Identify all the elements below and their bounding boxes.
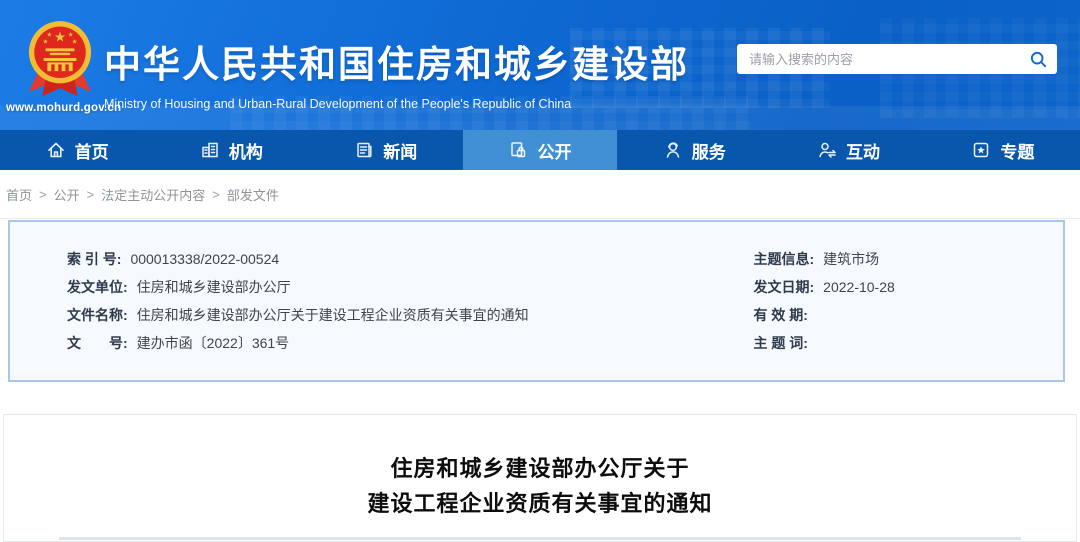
topics-icon (974, 142, 989, 158)
search-button[interactable] (1019, 44, 1057, 74)
article-divider (59, 537, 1021, 540)
metadata-value: 住房和城乡建设部办公厅 (136, 279, 291, 295)
site-name-english: Ministry of Housing and Urban-Rural Deve… (104, 97, 572, 111)
metadata-row-index-number: 索 引 号: 000013338/2022-00524 (67, 245, 537, 273)
breadcrumb: 首页 > 公开 > 法定主动公开内容 > 部发文件 (0, 170, 1080, 219)
main-nav: 首页 机构 新闻 公开 服务 互动 专题 (0, 130, 1080, 170)
nav-item-interaction[interactable]: 互动 (771, 130, 925, 170)
nav-label: 互动 (846, 142, 881, 162)
disclosure-icon (511, 142, 526, 158)
metadata-value: 000013338/2022-00524 (130, 251, 280, 267)
site-title-block: 中华人民共和国住房和城乡建设部 Ministry of Housing and … (104, 34, 689, 111)
breadcrumb-item-statutory-content[interactable]: 法定主动公开内容 (101, 185, 205, 204)
metadata-row-document-number: 文 号: 建办市函〔2022〕361号 (67, 329, 537, 357)
national-emblem-icon: ★ ★ ★ ★ ★ (28, 21, 92, 96)
article-title: 住房和城乡建设部办公厅关于 建设工程企业资质有关事宜的通知 (4, 451, 1076, 521)
svg-text:★: ★ (54, 30, 66, 45)
breadcrumb-item-home[interactable]: 首页 (6, 185, 32, 204)
nav-label: 首页 (74, 142, 109, 162)
metadata-value: 住房和城乡建设部办公厅关于建设工程企业资质有关事宜的通知 (136, 307, 529, 323)
site-header: ★ ★ ★ ★ ★ www.mohurd.gov.cn 中华人民共和国住房和城乡… (0, 0, 1080, 130)
nav-label: 机构 (228, 142, 263, 162)
metadata-row-keywords: 主 题 词: (754, 329, 1064, 357)
metadata-label: 文件名称: (67, 307, 128, 323)
nav-label: 公开 (537, 142, 572, 162)
news-icon (357, 142, 372, 158)
metadata-label: 主 题 词: (753, 335, 808, 351)
svg-text:★: ★ (43, 38, 49, 45)
breadcrumb-item-disclosure[interactable]: 公开 (54, 185, 80, 204)
organization-icon (202, 142, 218, 158)
metadata-row-topic-info: 主题信息: 建筑市场 (754, 245, 1064, 273)
metadata-value: 2022-10-28 (823, 279, 895, 295)
breadcrumb-separator: > (86, 186, 95, 202)
metadata-right-column: 主题信息: 建筑市场 发文日期: 2022-10-28 有 效 期: 主 题 词: (537, 245, 1064, 380)
metadata-row-issue-date: 发文日期: 2022-10-28 (754, 273, 1064, 301)
nav-item-service[interactable]: 服务 (617, 130, 771, 170)
site-search (737, 44, 1057, 74)
nav-item-organization[interactable]: 机构 (154, 130, 308, 170)
breadcrumb-item-ministry-documents[interactable]: 部发文件 (227, 185, 279, 204)
service-icon (666, 142, 680, 158)
mohurd-page: ★ ★ ★ ★ ★ www.mohurd.gov.cn 中华人民共和国住房和城乡… (0, 0, 1080, 542)
site-name: 中华人民共和国住房和城乡建设部 (104, 44, 689, 85)
interaction-icon (819, 142, 836, 158)
breadcrumb-separator: > (212, 186, 220, 202)
metadata-label: 发文单位: (67, 279, 128, 295)
nav-label: 专题 (1000, 142, 1035, 162)
metadata-label: 发文日期: (753, 279, 815, 295)
metadata-value: 建办市函〔2022〕361号 (136, 335, 290, 351)
article-card: 住房和城乡建设部办公厅关于 建设工程企业资质有关事宜的通知 (3, 414, 1077, 542)
document-metadata-panel: 索 引 号: 000013338/2022-00524 发文单位: 住房和城乡建设部… (8, 220, 1065, 382)
nav-item-disclosure[interactable]: 公开 (462, 130, 618, 170)
svg-text:★: ★ (72, 38, 78, 45)
article-title-line1: 住房和城乡建设部办公厅关于 (390, 456, 690, 481)
metadata-row-validity-period: 有 效 期: (754, 301, 1064, 329)
breadcrumb-separator: > (39, 186, 47, 202)
nav-label: 新闻 (383, 142, 418, 162)
nav-label: 服务 (691, 142, 726, 162)
metadata-label: 有 效 期: (753, 307, 808, 323)
home-icon (47, 142, 64, 158)
metadata-label: 索 引 号: (67, 251, 122, 267)
search-icon (1030, 51, 1046, 67)
metadata-row-issuing-unit: 发文单位: 住房和城乡建设部办公厅 (67, 273, 537, 301)
metadata-label: 主题信息: (753, 251, 815, 267)
search-input[interactable] (737, 44, 1019, 74)
nav-item-topics[interactable]: 专题 (926, 130, 1080, 170)
nav-item-news[interactable]: 新闻 (309, 130, 463, 170)
metadata-left-column: 索 引 号: 000013338/2022-00524 发文单位: 住房和城乡建设部… (10, 245, 537, 380)
metadata-label: 文 号: (67, 335, 128, 351)
nav-item-home[interactable]: 首页 (0, 130, 154, 170)
metadata-row-document-title: 文件名称: 住房和城乡建设部办公厅关于建设工程企业资质有关事宜的通知 (67, 301, 537, 329)
article-title-line2: 建设工程企业资质有关事宜的通知 (367, 491, 713, 516)
metadata-value: 建筑市场 (823, 251, 880, 267)
